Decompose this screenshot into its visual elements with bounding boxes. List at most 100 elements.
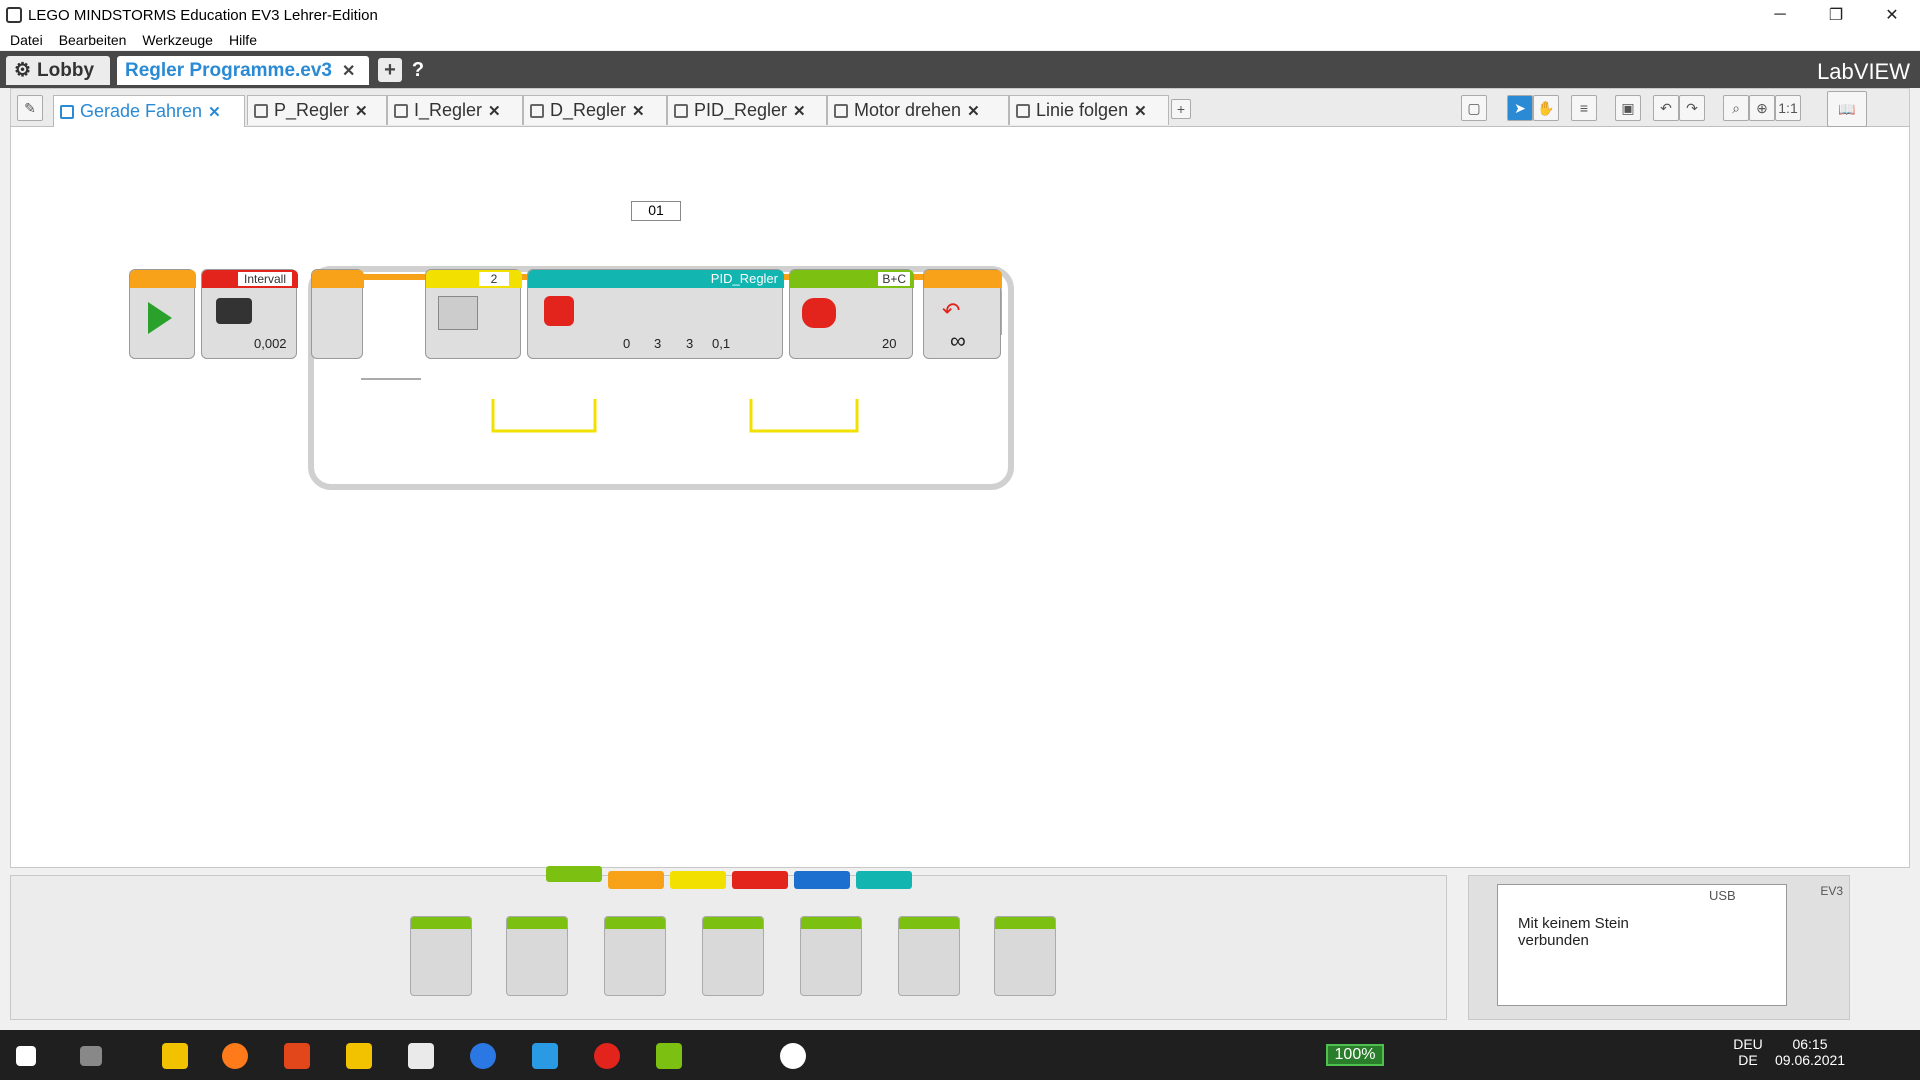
program-icon (530, 103, 544, 118)
program-tab-bar: ✎ Gerade Fahren ✕ P_Regler ✕ I_Regler ✕ … (11, 89, 1909, 127)
tab-linie-folgen[interactable]: Linie folgen ✕ (1009, 95, 1169, 125)
pid-value[interactable]: 3 (654, 336, 661, 351)
pid-value[interactable]: 0 (623, 336, 630, 351)
language-indicator[interactable]: DEU DE (1730, 1036, 1766, 1068)
menu-bearbeiten[interactable]: Bearbeiten (59, 32, 127, 48)
zoom-out-icon[interactable]: ⌕ (1723, 95, 1749, 121)
lobby-tab[interactable]: ⚙ Lobby (6, 56, 110, 85)
lobby-label: Lobby (37, 59, 95, 81)
book-icon[interactable]: 📖 (1827, 91, 1867, 127)
add-project-button[interactable]: + (378, 58, 402, 82)
tab-motor-drehen[interactable]: Motor drehen ✕ (827, 95, 1009, 125)
zoom-in-icon[interactable]: ⊕ (1749, 95, 1775, 121)
close-icon[interactable]: ✕ (488, 102, 501, 120)
palette-tab-data[interactable] (732, 871, 788, 889)
comment-icon[interactable]: ▢ (1461, 95, 1487, 121)
sound-block[interactable] (898, 916, 960, 996)
sensor-block[interactable]: 2 (425, 269, 522, 359)
windows-start-icon[interactable] (16, 1046, 36, 1066)
pid-block[interactable]: PID_Regler 0 3 3 0,1 (527, 269, 784, 359)
document-icon[interactable] (408, 1043, 434, 1069)
save-icon[interactable]: ▣ (1615, 95, 1641, 121)
programming-canvas[interactable]: ✎ Gerade Fahren ✕ P_Regler ✕ I_Regler ✕ … (10, 88, 1910, 868)
app-icon[interactable] (284, 1043, 310, 1069)
kodi-icon[interactable] (532, 1043, 558, 1069)
move-steering-palette-block[interactable] (604, 916, 666, 996)
clock[interactable]: 06:15 09.06.2021 (1775, 1036, 1845, 1068)
loop-label[interactable]: 01 (631, 201, 681, 221)
play-icon (148, 302, 172, 334)
git-icon[interactable] (656, 1043, 682, 1069)
explorer-icon[interactable] (162, 1043, 188, 1069)
close-icon[interactable]: ✕ (793, 102, 806, 120)
menu-werkzeuge[interactable]: Werkzeuge (142, 32, 213, 48)
tab-pid-regler[interactable]: PID_Regler ✕ (667, 95, 827, 125)
tab-gerade-fahren[interactable]: Gerade Fahren ✕ (53, 95, 245, 127)
opera-icon[interactable] (594, 1043, 620, 1069)
battery-indicator[interactable]: 100% (1326, 1044, 1384, 1066)
zoom-reset-icon[interactable]: 1:1 (1775, 95, 1801, 121)
loop-start-block[interactable] (311, 269, 364, 359)
tab-label: I_Regler (414, 100, 483, 120)
move-tank-block[interactable] (702, 916, 764, 996)
start-block[interactable] (129, 269, 196, 359)
close-button[interactable]: ✕ (1864, 0, 1920, 30)
loop-end-block[interactable]: ↶ ∞ (923, 269, 1002, 359)
help-button[interactable]: ? (406, 58, 430, 82)
minimize-button[interactable]: ─ (1752, 0, 1808, 30)
project-tab[interactable]: Regler Programme.ev3 ✕ (117, 56, 369, 85)
close-icon[interactable]: ✕ (342, 61, 355, 81)
ev3-app-icon[interactable] (780, 1043, 806, 1069)
palette-tab-sensor[interactable] (670, 871, 726, 889)
connection-status: Mit keinem Stein verbunden (1518, 915, 1629, 949)
tab-i-regler[interactable]: I_Regler ✕ (387, 95, 523, 125)
large-motor-block[interactable] (506, 916, 568, 996)
project-file-label: Regler Programme.ev3 (125, 59, 332, 81)
window-title: LEGO MINDSTORMS Education EV3 Lehrer-Edi… (28, 6, 378, 24)
palette-tab-flow[interactable] (608, 871, 664, 889)
close-icon[interactable]: ✕ (355, 102, 368, 120)
wrench-icon[interactable]: ✎ (17, 95, 43, 121)
pid-value[interactable]: 0,1 (712, 336, 730, 351)
wait-value[interactable]: 0,002 (254, 336, 287, 351)
menu-hilfe[interactable]: Hilfe (229, 32, 257, 48)
tab-label: P_Regler (274, 100, 350, 120)
usb-label: USB (1709, 888, 1736, 903)
wait-block[interactable]: Intervall 0,002 (201, 269, 298, 359)
lang-top: DEU (1733, 1036, 1763, 1052)
tab-p-regler[interactable]: P_Regler ✕ (247, 95, 387, 125)
sensor-header: 2 (478, 272, 510, 286)
lang-bottom: DE (1738, 1052, 1758, 1068)
palette-tab-advanced[interactable] (794, 871, 850, 889)
palette-tab-action[interactable] (546, 866, 602, 882)
loop-mode[interactable]: ∞ (950, 328, 966, 354)
add-tab-button[interactable]: + (1171, 99, 1191, 119)
menu-datei[interactable]: Datei (10, 32, 43, 48)
pid-value[interactable]: 3 (686, 336, 693, 351)
thunderbird-icon[interactable] (470, 1043, 496, 1069)
display-block[interactable] (800, 916, 862, 996)
hand-icon[interactable]: ✋ (1533, 95, 1559, 121)
tab-d-regler[interactable]: D_Regler ✕ (523, 95, 667, 125)
close-icon[interactable]: ✕ (632, 102, 645, 120)
redo-icon[interactable]: ↷ (1679, 95, 1705, 121)
close-icon[interactable]: ✕ (208, 103, 221, 121)
content-editor-icon[interactable]: ≡ (1571, 95, 1597, 121)
folder-icon[interactable] (346, 1043, 372, 1069)
tab-label: Gerade Fahren (80, 101, 203, 121)
tab-label: Linie folgen (1036, 100, 1129, 120)
brick-light-block[interactable] (994, 916, 1056, 996)
close-icon[interactable]: ✕ (1134, 102, 1147, 120)
ev3-label: EV3 (1820, 884, 1843, 898)
pointer-icon[interactable]: ➤ (1507, 95, 1533, 121)
data-wire (749, 399, 859, 433)
task-view-icon[interactable] (80, 1046, 102, 1066)
palette-tab-myblocks[interactable] (856, 871, 912, 889)
medium-motor-block[interactable] (410, 916, 472, 996)
firefox-icon[interactable] (222, 1043, 248, 1069)
close-icon[interactable]: ✕ (967, 102, 980, 120)
restore-button[interactable]: ❐ (1808, 0, 1864, 30)
steering-power[interactable]: 20 (882, 336, 896, 351)
undo-icon[interactable]: ↶ (1653, 95, 1679, 121)
move-steering-block[interactable]: B+C 20 (789, 269, 914, 359)
